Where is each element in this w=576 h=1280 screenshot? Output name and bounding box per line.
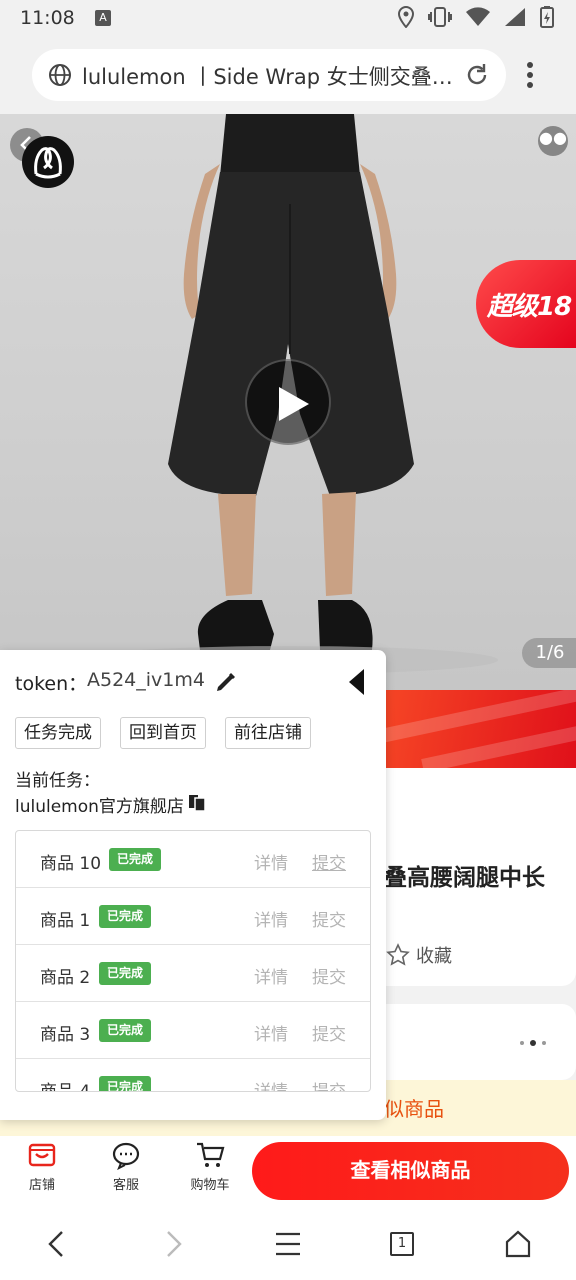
browser-toolbar: lululemon 丨Side Wrap 女士侧交叠高腰阔腿中长裤: [0, 38, 576, 114]
play-video-button[interactable]: [245, 359, 331, 445]
collapse-icon[interactable]: [346, 667, 366, 697]
copy-icon[interactable]: [187, 792, 207, 812]
task-detail-link[interactable]: 详情: [254, 849, 288, 874]
service-icon: [112, 1142, 140, 1170]
signal-icon: [505, 8, 525, 26]
globe-icon: [49, 64, 71, 86]
task-detail-link[interactable]: 详情: [254, 1077, 288, 1091]
promo-tag[interactable]: 超级18: [476, 260, 576, 348]
wifi-icon: [466, 7, 490, 27]
location-icon: [398, 6, 414, 28]
favorite-label: 收藏: [416, 946, 452, 967]
task-submit-link[interactable]: 提交: [312, 1020, 346, 1045]
token-label: token：: [15, 673, 88, 695]
service-label: 客服: [112, 1178, 139, 1193]
nav-menu-icon[interactable]: [274, 1228, 302, 1260]
task-submit-link[interactable]: 提交: [312, 963, 346, 988]
current-task-heading: 当前任务：: [15, 771, 100, 791]
status-icons: [398, 6, 554, 28]
go-to-store-button[interactable]: 前往店铺: [225, 717, 311, 749]
lululemon-logo-icon: [34, 147, 62, 179]
similar-products-strip-text: 似商品: [384, 1097, 444, 1121]
task-name: 商品 4: [40, 1082, 91, 1092]
store-button[interactable]: 店铺: [12, 1140, 72, 1193]
status-bar: 11:08 A: [0, 0, 576, 38]
status-badge: 已完成: [99, 1076, 152, 1091]
promo-tag-text: 超级18: [487, 292, 572, 322]
cart-icon: [197, 1142, 225, 1167]
brand-logo[interactable]: [22, 136, 74, 188]
store-label: 店铺: [28, 1178, 55, 1193]
battery-icon: [540, 6, 554, 28]
task-detail-link[interactable]: 详情: [254, 963, 288, 988]
cart-button[interactable]: 购物车: [180, 1140, 240, 1193]
star-icon: [386, 943, 410, 966]
status-badge: 已完成: [109, 848, 162, 871]
task-detail-link[interactable]: 详情: [254, 906, 288, 931]
task-submit-link[interactable]: 提交: [312, 849, 346, 874]
token-value: A524_iv1m4: [87, 669, 205, 691]
nav-forward-icon[interactable]: [162, 1228, 186, 1260]
task-name: 商品 2: [40, 968, 91, 988]
pencil-icon[interactable]: [214, 670, 238, 694]
overflow-menu-icon[interactable]: [526, 61, 534, 89]
task-name: 商品 1: [40, 911, 91, 931]
task-submit-link[interactable]: 提交: [312, 1077, 346, 1091]
vibrate-icon: [428, 7, 452, 27]
status-badge: 已完成: [99, 1019, 152, 1042]
more-options-button[interactable]: ●●: [538, 126, 568, 156]
task-name: 商品 10: [40, 854, 102, 874]
customer-service-button[interactable]: 客服: [96, 1140, 156, 1193]
image-page-counter: 1/6: [522, 638, 576, 668]
status-badge: 已完成: [99, 962, 152, 985]
status-badge: 已完成: [99, 905, 152, 928]
view-similar-button[interactable]: 查看相似商品: [252, 1142, 569, 1200]
task-row: 商品 2 已完成 详情 提交: [16, 945, 370, 1002]
play-icon: [279, 387, 309, 421]
status-time: 11:08: [20, 7, 75, 29]
product-title: 叠高腰阔腿中长: [384, 865, 545, 891]
task-list[interactable]: 商品 10 已完成 详情 提交 商品 1 已完成 详情 提交 商品 2 已完成 …: [15, 830, 371, 1092]
task-row: 商品 1 已完成 详情 提交: [16, 888, 370, 945]
task-row: 商品 3 已完成 详情 提交: [16, 1002, 370, 1059]
store-icon: [28, 1143, 56, 1167]
task-row: 商品 4 已完成 详情 提交: [16, 1059, 370, 1092]
nav-back-icon[interactable]: [44, 1228, 68, 1260]
reload-icon[interactable]: [464, 62, 490, 88]
favorite-button[interactable]: 收藏: [386, 942, 452, 968]
url-text[interactable]: lululemon 丨Side Wrap 女士侧交叠高腰阔腿中长裤: [82, 61, 462, 91]
carousel-dots: [520, 1040, 546, 1046]
notification-badge-icon: A: [95, 10, 111, 26]
nav-home-icon[interactable]: [504, 1228, 532, 1260]
cart-label: 购物车: [190, 1178, 230, 1193]
url-bar[interactable]: lululemon 丨Side Wrap 女士侧交叠高腰阔腿中长裤: [32, 49, 506, 101]
product-hero-image[interactable]: ●● 超级18 1/6: [0, 114, 576, 690]
task-submit-link[interactable]: 提交: [312, 906, 346, 931]
task-done-button[interactable]: 任务完成: [15, 717, 101, 749]
back-home-button[interactable]: 回到首页: [120, 717, 206, 749]
task-detail-link[interactable]: 详情: [254, 1020, 288, 1045]
nav-tabs-button[interactable]: 1: [390, 1232, 414, 1256]
task-row: 商品 10 已完成 详情 提交: [16, 831, 370, 888]
task-name: 商品 3: [40, 1025, 91, 1045]
current-task-store: lululemon官方旗舰店: [15, 797, 184, 817]
